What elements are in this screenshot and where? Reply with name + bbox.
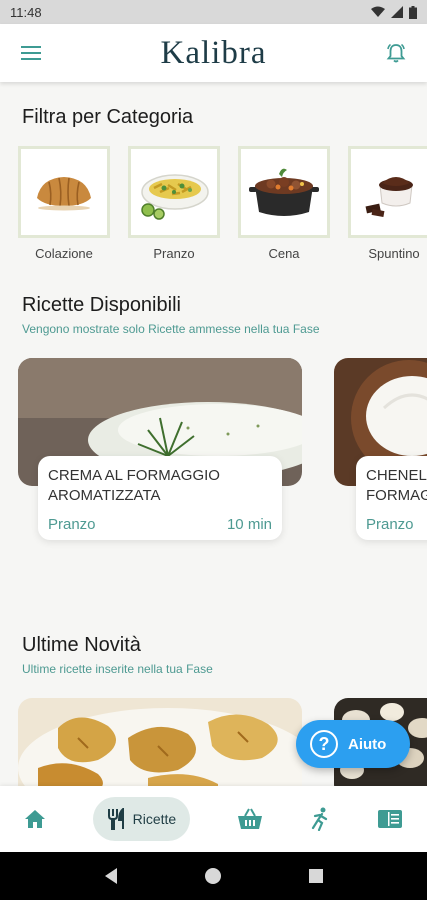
bell-icon (386, 43, 406, 63)
question-icon: ? (310, 730, 338, 758)
signal-icon (391, 6, 403, 18)
recents-icon[interactable] (308, 868, 324, 884)
latest-section-subtitle: Ultime ricette inserite nella tua Fase (22, 662, 213, 676)
help-button-label: Aiuto (348, 735, 387, 753)
category-image (238, 146, 330, 238)
recipe-info: CHENEL FORMAG Pranzo (356, 456, 427, 540)
app-logo: Kalibra (160, 34, 267, 71)
nav-book[interactable] (377, 797, 403, 841)
recipe-time: 10 min (226, 516, 272, 533)
notification-button[interactable] (381, 38, 411, 68)
home-icon (24, 810, 45, 828)
recipe-photo (18, 698, 302, 786)
category-pranzo[interactable]: Pranzo (128, 146, 220, 261)
latest-section-title: Ultime Novità (22, 634, 141, 656)
fork-knife-icon (107, 808, 124, 830)
recipe-title: CHENEL FORMAG (366, 467, 427, 504)
nav-activity[interactable] (310, 797, 330, 841)
bottom-navigation: Ricette (0, 786, 427, 852)
croissant-icon (37, 177, 91, 211)
category-label: Cena (268, 246, 300, 261)
nav-recipes-label: Ricette (132, 811, 177, 827)
main-content[interactable]: Filtra per Categoria Colazione Pranzo Ce… (0, 82, 427, 786)
app-bar: Kalibra (0, 24, 427, 82)
help-button[interactable]: ? Aiuto (296, 720, 410, 768)
menu-button[interactable] (16, 38, 46, 68)
status-bar: 11:48 (0, 0, 427, 24)
recipe-image (18, 698, 302, 786)
latest-recipe-card[interactable] (18, 698, 302, 786)
category-list[interactable]: Colazione Pranzo Cena Spuntino (18, 146, 427, 261)
book-icon (378, 810, 403, 828)
category-colazione[interactable]: Colazione (18, 146, 110, 261)
running-person-icon (312, 807, 328, 831)
stew-pot-icon (249, 168, 319, 216)
category-section-title: Filtra per Categoria (22, 106, 194, 128)
home-circle-icon[interactable] (204, 867, 222, 885)
recipe-card[interactable]: CREMA AL FORMAGGIO AROMATIZZATA Pranzo 1… (18, 358, 302, 542)
category-cena[interactable]: Cena (238, 146, 330, 261)
available-section-title: Ricette Disponibili (22, 294, 181, 316)
category-label: Spuntino (368, 246, 420, 261)
basket-icon (238, 808, 263, 829)
wifi-icon (371, 6, 385, 17)
recipe-meta: Pranzo 10 min (48, 516, 272, 533)
available-section-subtitle: Vengono mostrate solo Ricette ammesse ne… (22, 322, 320, 336)
recipe-info: CREMA AL FORMAGGIO AROMATIZZATA Pranzo 1… (38, 456, 282, 540)
nav-recipes[interactable]: Ricette (92, 797, 191, 841)
category-image (128, 146, 220, 238)
battery-icon (409, 5, 417, 19)
status-icons (371, 5, 417, 19)
system-navigation-bar (0, 852, 427, 900)
category-image (18, 146, 110, 238)
category-label: Pranzo (153, 246, 195, 261)
nav-basket[interactable] (237, 797, 263, 841)
status-time: 11:48 (10, 4, 42, 20)
pasta-bowl-icon (141, 174, 209, 220)
category-label: Colazione (35, 246, 93, 261)
recipe-meta: Pranzo (366, 516, 427, 533)
recipe-category: Pranzo (48, 516, 96, 533)
menu-icon (21, 46, 41, 60)
recipe-card[interactable]: CHENEL FORMAG Pranzo (334, 358, 427, 542)
category-image (348, 146, 427, 238)
chocolate-cup-icon (365, 177, 413, 217)
back-icon[interactable] (103, 867, 119, 885)
nav-home[interactable] (24, 797, 46, 841)
category-spuntino[interactable]: Spuntino (348, 146, 427, 261)
recipe-category: Pranzo (366, 516, 414, 533)
recipe-title: CREMA AL FORMAGGIO AROMATIZZATA (48, 467, 220, 504)
